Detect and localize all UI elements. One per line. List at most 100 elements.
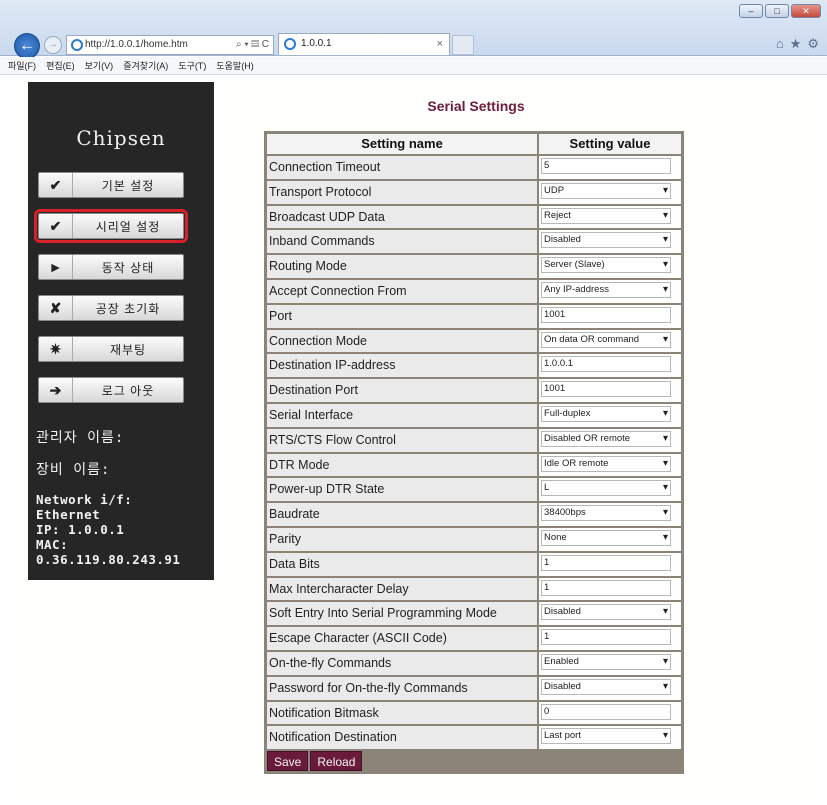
setting-select[interactable]: Any IP-address ▾ — [541, 281, 671, 298]
setting-name: Inband Commands — [267, 230, 537, 254]
setting-value: UDP — [544, 184, 565, 196]
setting-value: Last port — [544, 730, 581, 742]
setting-value: None — [544, 531, 567, 543]
setting-value: On data OR command — [544, 333, 640, 345]
setting-value-cell: 1001 — [539, 304, 681, 328]
menu-favorites[interactable]: 즐겨찾기(A) — [123, 57, 168, 74]
menu-tools[interactable]: 도구(T) — [178, 57, 206, 74]
check-icon: ✔ — [39, 214, 73, 238]
table-header: Setting name Setting value — [267, 134, 681, 154]
setting-input[interactable]: 1001 — [541, 381, 671, 398]
setting-select[interactable]: Full-duplex ▾ — [541, 405, 671, 422]
setting-input[interactable]: 1 — [541, 629, 671, 646]
setting-input[interactable]: 1 — [541, 579, 671, 596]
sidebar-item-logout[interactable]: ➔ 로그 아웃 — [38, 377, 184, 403]
setting-select[interactable]: Disabled OR remote ▾ — [541, 430, 671, 447]
setting-input[interactable]: 1.0.0.1 — [541, 356, 671, 373]
sidebar-item-label: 로그 아웃 — [101, 383, 155, 398]
setting-value-cell: L ▾ — [539, 478, 681, 502]
setting-select[interactable]: Disabled ▾ — [541, 232, 671, 249]
network-info: Network i/f: Ethernet IP: 1.0.0.1 MAC: 0… — [36, 492, 180, 567]
setting-select[interactable]: Disabled ▾ — [541, 604, 671, 621]
setting-value: 1.0.0.1 — [544, 358, 574, 370]
chevron-down-icon: ▾ — [662, 457, 668, 469]
setting-value-cell: Server (Slave) ▾ — [539, 255, 681, 278]
setting-value: 1 — [544, 581, 550, 593]
table-row: Power-up DTR State L ▾ — [267, 478, 681, 502]
menu-file[interactable]: 파일(F) — [8, 57, 36, 74]
setting-name: Notification Bitmask — [267, 701, 537, 725]
setting-select[interactable]: On data OR command ▾ — [541, 331, 671, 348]
setting-input[interactable]: 1 — [541, 554, 671, 571]
setting-select[interactable]: Disabled ▾ — [541, 678, 671, 695]
setting-select[interactable]: Enabled ▾ — [541, 653, 671, 670]
setting-input[interactable]: 5 — [541, 158, 671, 174]
browser-tab[interactable]: 1.0.0.1 × — [278, 33, 450, 55]
favorites-star-icon[interactable]: ★ — [790, 36, 802, 52]
sidebar-item-serial-settings[interactable]: ✔ 시리얼 설정 — [34, 209, 188, 243]
settings-table: Setting name Setting value Connection Ti… — [264, 131, 684, 775]
setting-value: 5 — [544, 160, 550, 171]
minimize-button[interactable]: – — [739, 4, 763, 18]
menu-view[interactable]: 보기(V) — [85, 57, 114, 74]
ie-icon — [71, 39, 83, 51]
setting-value: 1 — [544, 631, 550, 643]
menu-edit[interactable]: 편집(E) — [46, 57, 75, 74]
setting-select[interactable]: UDP ▾ — [541, 182, 671, 199]
setting-select[interactable]: Server (Slave) ▾ — [541, 257, 671, 274]
sidebar-item-factory-reset[interactable]: ✘ 공장 초기화 — [38, 295, 184, 321]
forward-button[interactable]: → — [44, 36, 62, 54]
sidebar-item-label: 기본 설정 — [101, 178, 155, 193]
reload-button[interactable]: Reload — [310, 751, 363, 772]
setting-select[interactable]: 38400bps ▾ — [541, 505, 671, 522]
network-if-value: Ethernet — [36, 507, 101, 522]
setting-value: Disabled — [544, 606, 581, 618]
chevron-down-icon: ▾ — [662, 259, 668, 271]
tab-close-icon[interactable]: × — [437, 34, 443, 54]
table-row: Parity None ▾ — [267, 527, 681, 551]
setting-name: Password for On-the-fly Commands — [267, 676, 537, 700]
maximize-button[interactable]: □ — [765, 4, 789, 18]
setting-select[interactable]: Last port ▾ — [541, 728, 671, 745]
setting-value: 1 — [544, 556, 550, 568]
sidebar-item-basic-settings[interactable]: ✔ 기본 설정 — [38, 172, 184, 198]
network-if-label: Network i/f: — [36, 492, 133, 507]
save-button[interactable]: Save — [267, 751, 309, 772]
setting-name: DTR Mode — [267, 453, 537, 477]
setting-select[interactable]: Reject ▾ — [541, 207, 671, 224]
setting-select[interactable]: None ▾ — [541, 529, 671, 546]
back-button[interactable]: ← — [14, 33, 40, 59]
table-row: Port 1001 — [267, 304, 681, 328]
close-window-button[interactable]: ✕ — [791, 4, 821, 18]
address-controls[interactable]: ⌕ ▾ ▤ C — [236, 36, 269, 54]
ip-address: IP: 1.0.0.1 — [36, 522, 125, 537]
setting-value-cell: Disabled ▾ — [539, 230, 681, 254]
gear-icon[interactable]: ⚙ — [807, 36, 819, 52]
setting-value: Idle OR remote — [544, 457, 609, 469]
setting-name: Notification Destination — [267, 726, 537, 750]
page-title: Serial Settings — [427, 98, 525, 114]
table-row: On-the-fly Commands Enabled ▾ — [267, 651, 681, 675]
address-bar[interactable]: http://1.0.0.1/home.htm ⌕ ▾ ▤ C — [66, 35, 274, 55]
form-actions: Save Reload — [267, 751, 681, 772]
setting-name: Connection Mode — [267, 329, 537, 353]
sidebar-item-reboot[interactable]: ✷ 재부팅 — [38, 336, 184, 362]
sidebar-item-status[interactable]: ► 동작 상태 — [38, 254, 184, 280]
table-row: Data Bits 1 — [267, 552, 681, 576]
menu-help[interactable]: 도움말(H) — [216, 57, 253, 74]
setting-select[interactable]: L ▾ — [541, 480, 671, 497]
new-tab-button[interactable] — [452, 35, 474, 55]
setting-value-cell: Disabled ▾ — [539, 602, 681, 626]
menu-bar: 파일(F) 편집(E) 보기(V) 즐겨찾기(A) 도구(T) 도움말(H) — [0, 57, 827, 75]
setting-value: Full-duplex — [544, 407, 591, 419]
setting-input[interactable]: 0 — [541, 703, 671, 720]
setting-input[interactable]: 1001 — [541, 306, 671, 323]
setting-name: Soft Entry Into Serial Programming Mode — [267, 602, 537, 626]
device-name-label: 장비 이름: — [36, 462, 111, 478]
setting-value-cell: 0 — [539, 701, 681, 725]
setting-select[interactable]: Idle OR remote ▾ — [541, 455, 671, 472]
sidebar-item-label: 재부팅 — [109, 342, 147, 357]
chevron-down-icon: ▾ — [662, 606, 668, 618]
home-icon[interactable]: ⌂ — [776, 36, 784, 52]
setting-name: RTS/CTS Flow Control — [267, 428, 537, 452]
